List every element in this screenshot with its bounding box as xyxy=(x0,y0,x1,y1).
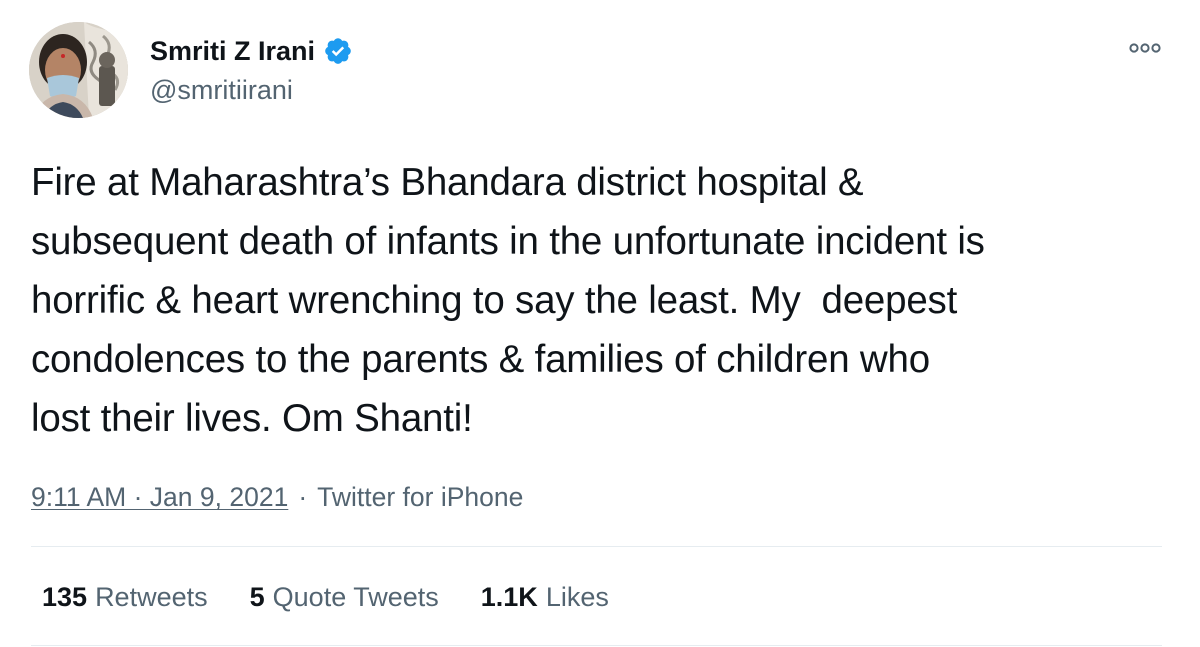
retweets-stat-link[interactable]: 135 Retweets xyxy=(42,578,208,616)
divider-bottom xyxy=(31,645,1162,646)
likes-label: Likes xyxy=(545,582,609,612)
likes-stat-link[interactable]: 1.1K Likes xyxy=(481,578,609,616)
quote-tweets-label: Quote Tweets xyxy=(272,582,439,612)
tweet-source-link[interactable]: Twitter for iPhone xyxy=(317,478,523,516)
meta-separator: · xyxy=(298,482,308,512)
tweet-card: Smriti Z Irani @smritiirani Fire at Maha… xyxy=(0,0,1200,647)
tweet-text: Fire at Maharashtra’s Bhandara district … xyxy=(31,161,985,440)
likes-count: 1.1K xyxy=(480,582,538,612)
avatar[interactable] xyxy=(29,22,128,118)
tweet-meta: 9:11 AM · Jan 9, 2021 · Twitter for iPho… xyxy=(31,478,523,516)
retweets-count: 135 xyxy=(42,582,88,612)
verified-badge-icon xyxy=(323,36,353,66)
author-display-name[interactable]: Smriti Z Irani xyxy=(150,34,315,68)
divider xyxy=(31,546,1162,547)
retweets-label: Retweets xyxy=(95,582,208,612)
quote-tweets-count: 5 xyxy=(249,582,265,612)
profile-photo-icon xyxy=(29,22,128,118)
more-options-button[interactable] xyxy=(1124,34,1166,62)
tweet-timestamp-link[interactable]: 9:11 AM · Jan 9, 2021 xyxy=(31,478,288,516)
more-options-icon xyxy=(1129,43,1161,53)
tweet-stats: 135 Retweets 5 Quote Tweets 1.1K Likes xyxy=(42,578,609,616)
quote-tweets-stat-link[interactable]: 5 Quote Tweets xyxy=(250,578,439,616)
author-handle[interactable]: @smritiirani xyxy=(150,73,293,107)
author-name-row: Smriti Z Irani xyxy=(150,34,353,68)
